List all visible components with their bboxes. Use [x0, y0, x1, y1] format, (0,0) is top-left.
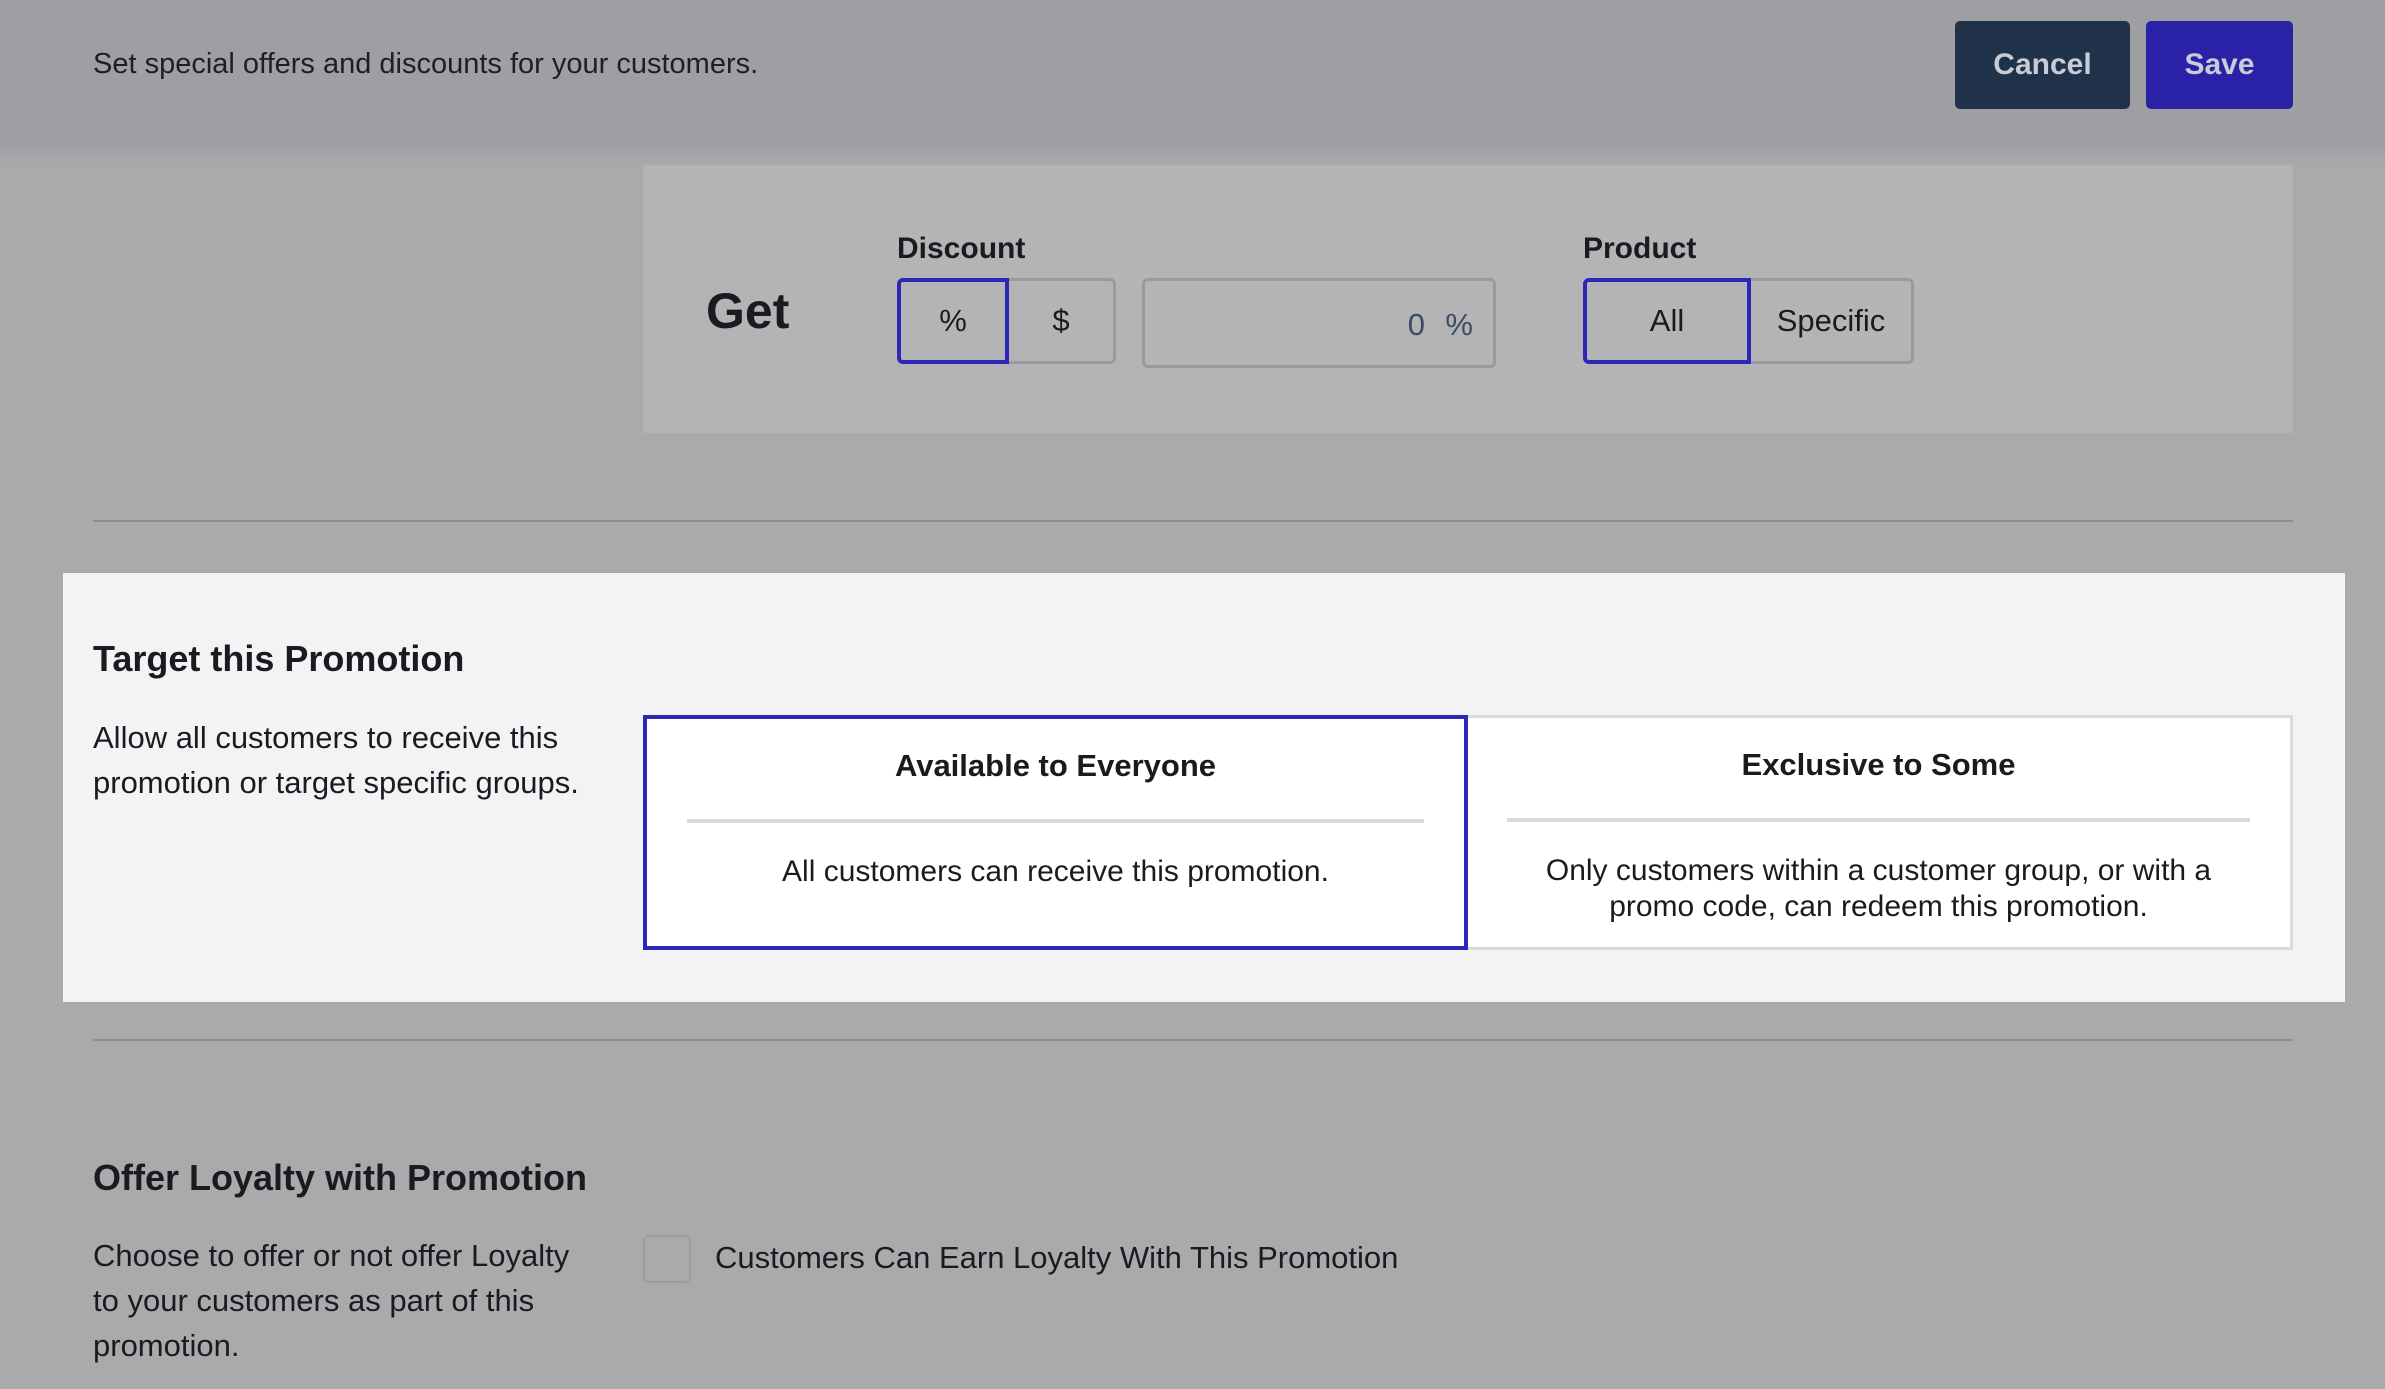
- loyalty-section-description: Choose to offer or not offer Loyalty to …: [93, 1238, 570, 1363]
- product-all-toggle[interactable]: All: [1583, 278, 1751, 364]
- page-subtitle: Set special offers and discounts for you…: [93, 48, 759, 80]
- get-title: Get: [706, 283, 790, 339]
- option-description: Only customers within a customer group, …: [1545, 854, 2212, 923]
- top-bar: Set special offers and discounts for you…: [0, 0, 2385, 142]
- target-section-description: Allow all customers to receive this prom…: [93, 720, 579, 800]
- loyalty-checkbox[interactable]: [643, 1235, 691, 1283]
- discount-label: Discount: [897, 232, 1026, 265]
- target-section-title: Target this Promotion: [93, 638, 465, 679]
- discount-amount-input[interactable]: 0 %: [1142, 278, 1496, 368]
- header-shadow: [0, 142, 2385, 164]
- option-divider: [1507, 818, 2250, 822]
- target-option-exclusive[interactable]: Exclusive to Some Only customers within …: [1464, 715, 2293, 950]
- discount-percent-toggle[interactable]: %: [897, 278, 1009, 364]
- option-title: Available to Everyone: [894, 748, 1217, 783]
- option-description: All customers can receive this promotion…: [782, 855, 1329, 888]
- section-divider: [93, 520, 2293, 522]
- discount-amount-unit: %: [1445, 307, 1473, 342]
- option-title: Exclusive to Some: [1741, 747, 2016, 782]
- section-divider: [93, 1039, 2293, 1041]
- product-label: Product: [1583, 232, 1697, 265]
- cancel-button[interactable]: Cancel: [1955, 21, 2130, 109]
- loyalty-checkbox-label[interactable]: Customers Can Earn Loyalty With This Pro…: [715, 1240, 1398, 1276]
- option-divider: [687, 819, 1424, 823]
- save-button[interactable]: Save: [2146, 21, 2293, 109]
- discount-dollar-toggle[interactable]: $: [1006, 278, 1116, 364]
- product-specific-toggle[interactable]: Specific: [1748, 278, 1914, 364]
- loyalty-section-title: Offer Loyalty with Promotion: [93, 1157, 588, 1198]
- discount-amount-value: 0: [1407, 307, 1425, 342]
- target-option-everyone[interactable]: Available to Everyone All customers can …: [643, 715, 1468, 950]
